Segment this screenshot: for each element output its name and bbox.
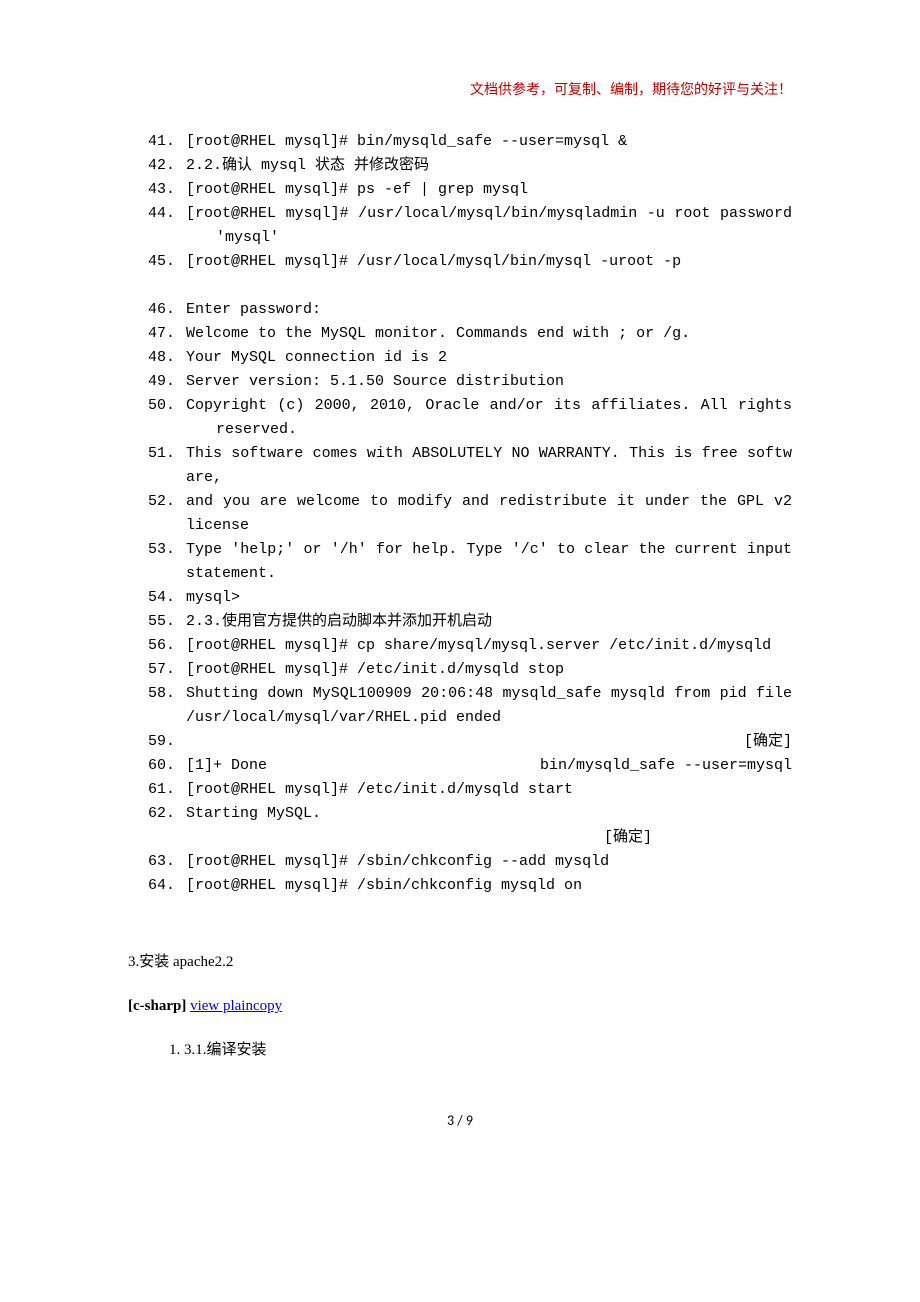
list-item: [root@RHEL mysql]# /sbin/chkconfig --add…: [184, 850, 792, 874]
list-item: [root@RHEL mysql]# /usr/local/mysql/bin/…: [184, 250, 792, 298]
list-item: Shutting down MySQL100909 20:06:48 mysql…: [184, 682, 792, 730]
code-line: mysql>: [186, 586, 792, 610]
code-line: 2.2.确认 mysql 状态 并修改密码: [186, 154, 792, 178]
sublist: 3.1.编译安装: [128, 1038, 792, 1062]
list-item: Your MySQL connection id is 2: [184, 346, 792, 370]
code-ordered-list: [root@RHEL mysql]# bin/mysqld_safe --use…: [128, 130, 792, 898]
list-item: Type 'help;' or '/h' for help. Type '/c'…: [184, 538, 792, 586]
code-line: [root@RHEL mysql]# /etc/init.d/mysqld st…: [186, 658, 792, 682]
code-line: [root@RHEL mysql]# /usr/local/mysql/bin/…: [186, 202, 792, 250]
code-line: Copyright (c) 2000, 2010, Oracle and/or …: [186, 394, 792, 442]
header-note: 文档供参考，可复制、编制，期待您的好评与关注！: [128, 80, 792, 102]
list-item: and you are welcome to modify and redist…: [184, 490, 792, 538]
code-line: Your MySQL connection id is 2: [186, 346, 792, 370]
list-item: [root@RHEL mysql]# /etc/init.d/mysqld st…: [184, 658, 792, 682]
code-line: [root@RHEL mysql]# /etc/init.d/mysqld st…: [186, 778, 792, 802]
list-item: 2.2.确认 mysql 状态 并修改密码: [184, 154, 792, 178]
code-line: Enter password:: [186, 298, 792, 322]
list-item: 2.3.使用官方提供的启动脚本并添加开机启动: [184, 610, 792, 634]
code-line: This software comes with ABSOLUTELY NO W…: [186, 442, 792, 490]
list-item: Server version: 5.1.50 Source distributi…: [184, 370, 792, 394]
list-item: [root@RHEL mysql]# bin/mysqld_safe --use…: [184, 130, 792, 154]
lang-tag: [c-sharp]: [128, 998, 186, 1014]
code-line: Shutting down MySQL100909 20:06:48 mysql…: [186, 682, 792, 730]
list-item: [root@RHEL mysql]# /sbin/chkconfig mysql…: [184, 874, 792, 898]
code-line: [root@RHEL mysql]# /usr/local/mysql/bin/…: [186, 250, 792, 274]
lang-tag-line: [c-sharp] view plaincopy: [128, 994, 792, 1018]
view-plaincopy-link[interactable]: view plaincopy: [190, 998, 282, 1014]
code-line: [root@RHEL mysql]# cp share/mysql/mysql.…: [186, 634, 792, 658]
list-item: mysql>: [184, 586, 792, 610]
code-line: and you are welcome to modify and redist…: [186, 490, 792, 538]
code-line: 2.3.使用官方提供的启动脚本并添加开机启动: [186, 610, 792, 634]
code-line: Server version: 5.1.50 Source distributi…: [186, 370, 792, 394]
code-line: [root@RHEL mysql]# /sbin/chkconfig --add…: [186, 850, 792, 874]
code-line: Starting MySQL.: [186, 802, 792, 826]
code-line: [root@RHEL mysql]# /sbin/chkconfig mysql…: [186, 874, 792, 898]
list-item: This software comes with ABSOLUTELY NO W…: [184, 442, 792, 490]
code-line: bin/mysqld_safe --user=mysql: [540, 754, 792, 778]
list-item: Copyright (c) 2000, 2010, Oracle and/or …: [184, 394, 792, 442]
sub-item-text: 3.1.编译安装: [184, 1042, 267, 1058]
list-item: 3.1.编译安装: [184, 1038, 792, 1062]
list-item: [1]+ Done bin/mysqld_safe --user=mysql: [184, 754, 792, 778]
list-item: [确定]: [184, 730, 792, 754]
section-title: 3.安装 apache2.2: [128, 950, 792, 974]
list-item: Welcome to the MySQL monitor. Commands e…: [184, 322, 792, 346]
page-number: 3 / 9: [128, 1110, 792, 1132]
document-page: 文档供参考，可复制、编制，期待您的好评与关注！ [root@RHEL mysql…: [0, 0, 920, 1173]
code-line: Welcome to the MySQL monitor. Commands e…: [186, 322, 792, 346]
code-line: [root@RHEL mysql]# bin/mysqld_safe --use…: [186, 130, 792, 154]
code-line: Type 'help;' or '/h' for help. Type '/c'…: [186, 538, 792, 586]
list-item: Enter password:: [184, 298, 792, 322]
list-item: [root@RHEL mysql]# ps -ef | grep mysql: [184, 178, 792, 202]
code-line: [1]+ Done: [186, 754, 267, 778]
list-item: [root@RHEL mysql]# /etc/init.d/mysqld st…: [184, 778, 792, 802]
list-item: [root@RHEL mysql]# /usr/local/mysql/bin/…: [184, 202, 792, 250]
code-line: [确定]: [186, 730, 792, 754]
code-line: [root@RHEL mysql]# ps -ef | grep mysql: [186, 178, 792, 202]
code-line: [确定]: [186, 826, 792, 850]
list-item: Starting MySQL. [确定]: [184, 802, 792, 850]
list-item: [root@RHEL mysql]# cp share/mysql/mysql.…: [184, 634, 792, 658]
